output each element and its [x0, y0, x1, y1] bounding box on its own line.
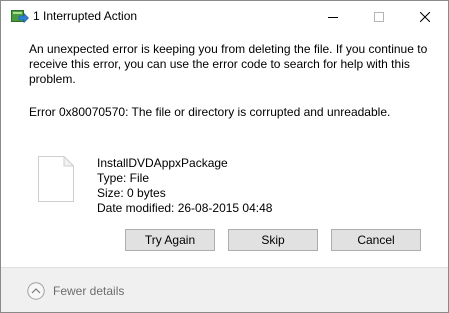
file-name: InstallDVDAppxPackage [97, 156, 228, 170]
close-button[interactable] [402, 1, 448, 32]
window-title: 1 Interrupted Action [33, 9, 138, 23]
details-footer: Fewer details [1, 267, 448, 312]
file-type: Type: File [97, 171, 150, 185]
file-move-icon [11, 10, 29, 24]
file-size: Size: 0 bytes [97, 186, 166, 200]
error-code-message: Error 0x80070570: The file or directory … [29, 105, 391, 119]
error-description: An unexpected error is keeping you from … [29, 42, 428, 86]
skip-button[interactable]: Skip [228, 229, 318, 251]
minimize-icon [328, 12, 338, 22]
maximize-icon [374, 11, 384, 22]
dialog-content: An unexpected error is keeping you from … [1, 32, 448, 267]
minimize-button[interactable] [310, 1, 356, 32]
file-icon [38, 155, 75, 202]
file-details: InstallDVDAppxPackage Type: File Size: 0… [97, 156, 272, 216]
maximize-button[interactable] [356, 1, 402, 32]
title-bar[interactable]: 1 Interrupted Action [1, 1, 448, 32]
file-date-modified: Date modified: 26-08-2015 04:48 [97, 201, 273, 215]
close-icon [420, 11, 430, 22]
try-again-button[interactable]: Try Again [125, 229, 215, 251]
cancel-button[interactable]: Cancel [331, 229, 421, 251]
chevron-up-circle-icon[interactable] [27, 282, 45, 300]
fewer-details-toggle[interactable]: Fewer details [53, 284, 124, 298]
file-operation-dialog: 1 Interrupted Action An unexpected error… [0, 0, 449, 313]
